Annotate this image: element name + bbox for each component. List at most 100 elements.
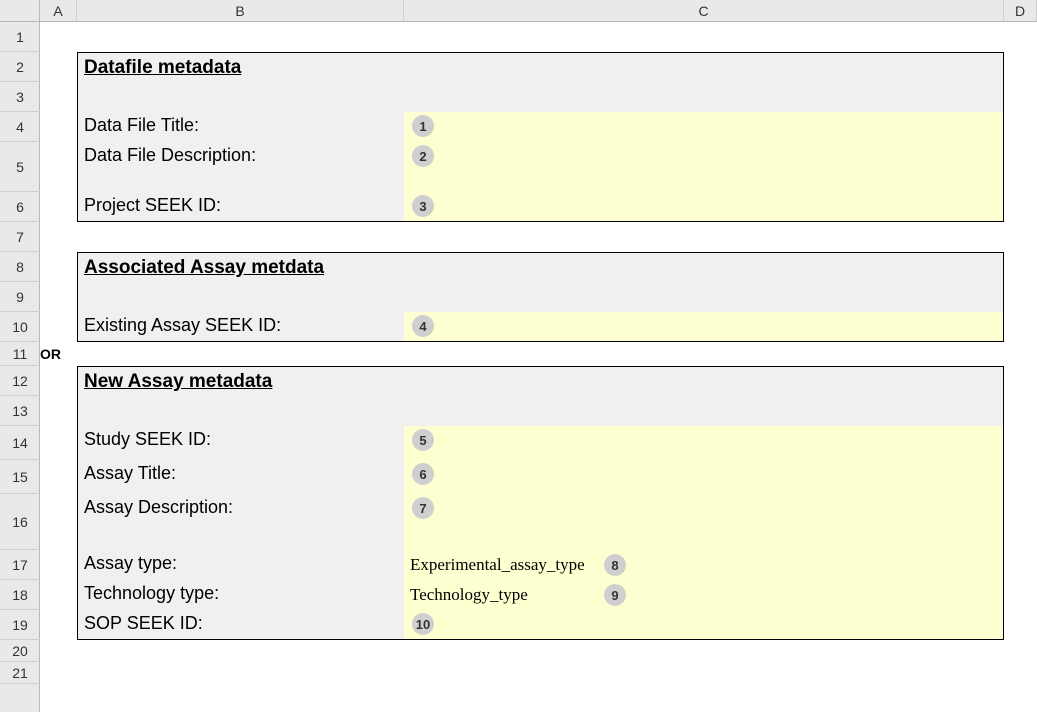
- row-header-17[interactable]: 17: [0, 550, 40, 580]
- row-header-11[interactable]: 11: [0, 342, 40, 366]
- cell-A19[interactable]: [40, 610, 77, 640]
- cell-A18[interactable]: [40, 580, 77, 610]
- cell-C21[interactable]: [404, 662, 1004, 684]
- cell-C20[interactable]: [404, 640, 1004, 662]
- cell-D13[interactable]: [1004, 396, 1037, 426]
- select-all-corner[interactable]: [0, 0, 40, 21]
- cell-D4[interactable]: [1004, 112, 1037, 142]
- cell-B4[interactable]: Data File Title:: [77, 112, 404, 142]
- cell-B11[interactable]: [77, 342, 404, 366]
- cell-D3[interactable]: [1004, 82, 1037, 112]
- row-header-16[interactable]: 16: [0, 494, 40, 550]
- cell-A3[interactable]: [40, 82, 77, 112]
- cell-C15[interactable]: 6: [404, 460, 1004, 494]
- row-header-10[interactable]: 10: [0, 312, 40, 342]
- cell-A11[interactable]: OR: [40, 342, 77, 366]
- cell-C18[interactable]: Technology_type 9: [404, 580, 1004, 610]
- cell-A21[interactable]: [40, 662, 77, 684]
- cell-A14[interactable]: [40, 426, 77, 460]
- cell-A9[interactable]: [40, 282, 77, 312]
- row-header-7[interactable]: 7: [0, 222, 40, 252]
- cell-A16[interactable]: [40, 494, 77, 550]
- cell-A2[interactable]: [40, 52, 77, 82]
- cell-B20[interactable]: [77, 640, 404, 662]
- row-header-14[interactable]: 14: [0, 426, 40, 460]
- cell-D9[interactable]: [1004, 282, 1037, 312]
- row-header-15[interactable]: 15: [0, 460, 40, 494]
- cell-D5[interactable]: [1004, 142, 1037, 192]
- row-header-2[interactable]: 2: [0, 52, 40, 82]
- cell-D6[interactable]: [1004, 192, 1037, 222]
- cell-B5[interactable]: Data File Description:: [77, 142, 404, 192]
- cell-B15[interactable]: Assay Title:: [77, 460, 404, 494]
- cell-D18[interactable]: [1004, 580, 1037, 610]
- cell-C14[interactable]: 5: [404, 426, 1004, 460]
- cell-C6[interactable]: 3: [404, 192, 1004, 222]
- row-header-9[interactable]: 9: [0, 282, 40, 312]
- cell-C7[interactable]: [404, 222, 1004, 252]
- row-header-12[interactable]: 12: [0, 366, 40, 396]
- cell-D1[interactable]: [1004, 22, 1037, 52]
- cell-D12[interactable]: [1004, 366, 1037, 396]
- cell-D10[interactable]: [1004, 312, 1037, 342]
- cell-B19[interactable]: SOP SEEK ID:: [77, 610, 404, 640]
- cell-A15[interactable]: [40, 460, 77, 494]
- cell-C4[interactable]: 1: [404, 112, 1004, 142]
- cell-A5[interactable]: [40, 142, 77, 192]
- cell-C8[interactable]: [404, 252, 1004, 282]
- cell-A7[interactable]: [40, 222, 77, 252]
- cell-A17[interactable]: [40, 550, 77, 580]
- cell-C3[interactable]: [404, 82, 1004, 112]
- cell-B10[interactable]: Existing Assay SEEK ID:: [77, 312, 404, 342]
- cell-C11[interactable]: [404, 342, 1004, 366]
- cell-C12[interactable]: [404, 366, 1004, 396]
- row-header-18[interactable]: 18: [0, 580, 40, 610]
- cell-D11[interactable]: [1004, 342, 1037, 366]
- cell-D15[interactable]: [1004, 460, 1037, 494]
- row-header-4[interactable]: 4: [0, 112, 40, 142]
- cell-A20[interactable]: [40, 640, 77, 662]
- cell-B18[interactable]: Technology type:: [77, 580, 404, 610]
- cell-B13[interactable]: [77, 396, 404, 426]
- cell-B12[interactable]: New Assay metadata: [77, 366, 404, 396]
- cell-C10[interactable]: 4: [404, 312, 1004, 342]
- cell-D16[interactable]: [1004, 494, 1037, 550]
- cell-D8[interactable]: [1004, 252, 1037, 282]
- cell-C2[interactable]: [404, 52, 1004, 82]
- cell-B6[interactable]: Project SEEK ID:: [77, 192, 404, 222]
- col-header-C[interactable]: C: [404, 0, 1004, 21]
- cell-B7[interactable]: [77, 222, 404, 252]
- row-header-8[interactable]: 8: [0, 252, 40, 282]
- cell-D7[interactable]: [1004, 222, 1037, 252]
- col-header-D[interactable]: D: [1004, 0, 1037, 21]
- cell-C13[interactable]: [404, 396, 1004, 426]
- row-header-3[interactable]: 3: [0, 82, 40, 112]
- row-header-1[interactable]: 1: [0, 22, 40, 52]
- row-header-13[interactable]: 13: [0, 396, 40, 426]
- cell-D20[interactable]: [1004, 640, 1037, 662]
- col-header-A[interactable]: A: [40, 0, 77, 21]
- cell-B2[interactable]: Datafile metadata: [77, 52, 404, 82]
- cell-B21[interactable]: [77, 662, 404, 684]
- cell-C19[interactable]: 10: [404, 610, 1004, 640]
- cell-A6[interactable]: [40, 192, 77, 222]
- cell-D17[interactable]: [1004, 550, 1037, 580]
- cell-B17[interactable]: Assay type:: [77, 550, 404, 580]
- cell-C5[interactable]: 2: [404, 142, 1004, 192]
- cell-A4[interactable]: [40, 112, 77, 142]
- cell-B16[interactable]: Assay Description:: [77, 494, 404, 550]
- cell-B3[interactable]: [77, 82, 404, 112]
- cell-B9[interactable]: [77, 282, 404, 312]
- cell-C16[interactable]: 7: [404, 494, 1004, 550]
- cell-A10[interactable]: [40, 312, 77, 342]
- cell-C9[interactable]: [404, 282, 1004, 312]
- cell-B1[interactable]: [77, 22, 404, 52]
- cell-C1[interactable]: [404, 22, 1004, 52]
- cell-A12[interactable]: [40, 366, 77, 396]
- row-header-5[interactable]: 5: [0, 142, 40, 192]
- cell-B8[interactable]: Associated Assay metdata: [77, 252, 404, 282]
- cell-C17[interactable]: Experimental_assay_type 8: [404, 550, 1004, 580]
- col-header-B[interactable]: B: [77, 0, 404, 21]
- row-header-21[interactable]: 21: [0, 662, 40, 684]
- cell-B14[interactable]: Study SEEK ID:: [77, 426, 404, 460]
